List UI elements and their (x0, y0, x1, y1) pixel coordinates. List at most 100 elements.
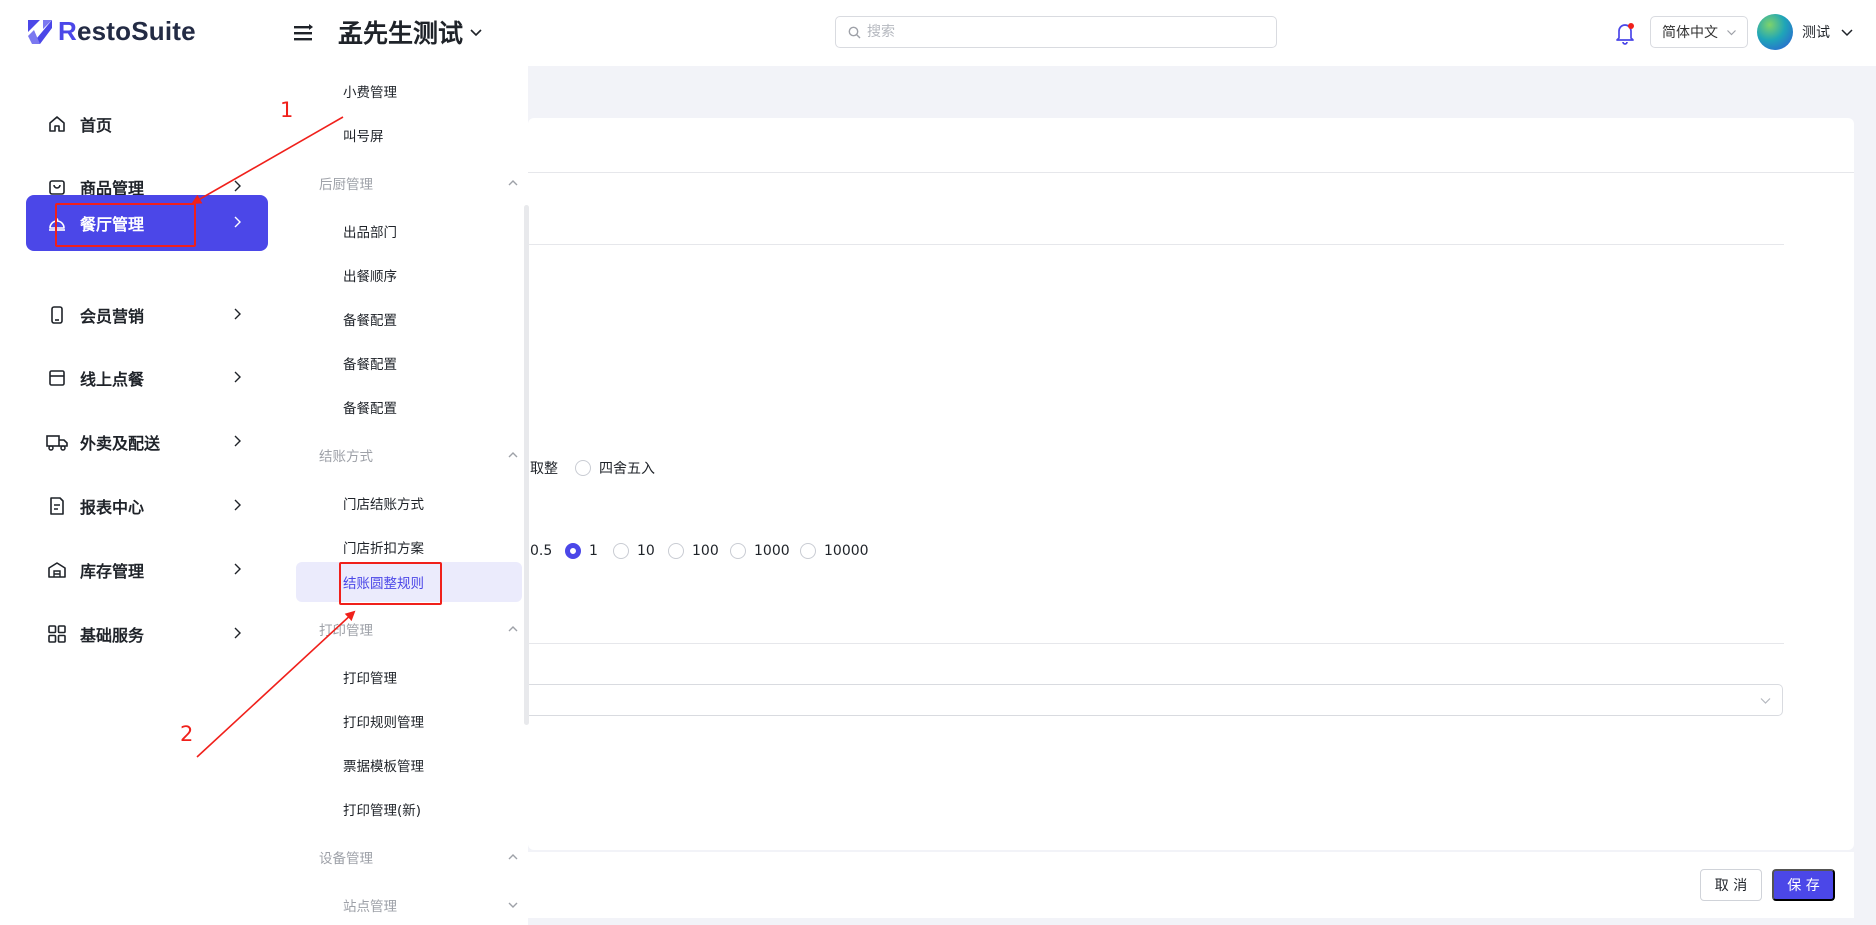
submenu-item-prep-config[interactable]: 备餐配置 (343, 385, 397, 429)
cancel-button[interactable]: 取 消 (1700, 869, 1762, 901)
submenu-group-devices[interactable]: 设备管理 (319, 835, 519, 879)
brand-name: RestoSuite (58, 16, 196, 47)
precision-option-10000[interactable]: 10000 (800, 543, 869, 559)
submenu-scrollbar[interactable] (524, 205, 529, 725)
settings-card (528, 118, 1854, 850)
option-label: 0.5 (530, 543, 553, 559)
option-label: 1 (589, 543, 598, 559)
annotation-highlight-box (55, 203, 196, 247)
phone-icon (46, 304, 68, 326)
top-header: RestoSuite 孟先生测试 简体中文 测试 (0, 0, 1876, 66)
sidebar-item-label: 外卖及配送 (80, 434, 161, 453)
rounding-option-round-half-up[interactable]: 四舍五入 (575, 458, 655, 478)
search-input[interactable] (865, 23, 1265, 41)
submenu-item-label: 门店结账方式 (343, 497, 424, 513)
divider (528, 643, 1784, 644)
notification-bell-icon[interactable] (1612, 20, 1638, 46)
radio-button[interactable] (575, 460, 591, 476)
save-button[interactable]: 保 存 (1772, 869, 1835, 901)
submenu-group-checkout[interactable]: 结账方式 (319, 433, 519, 477)
submenu-item-label: 叫号屏 (343, 129, 384, 145)
radio-button[interactable] (613, 543, 629, 559)
submenu-item-print-management-new[interactable]: 打印管理(新) (343, 787, 421, 831)
sidebar-item-label: 首页 (80, 116, 113, 135)
home-icon (46, 113, 68, 135)
chevron-up-icon (508, 854, 518, 860)
chevron-down-icon (1760, 698, 1771, 704)
radio-button-selected[interactable] (565, 543, 581, 559)
option-label: 取整 (530, 461, 558, 477)
sidebar-item-basic-services[interactable]: 基础服务 (26, 606, 268, 662)
sidebar-item-label: 会员营销 (80, 307, 145, 326)
radio-button[interactable] (730, 543, 746, 559)
chevron-right-icon (234, 627, 241, 639)
submenu-item-store-payment-methods[interactable]: 门店结账方式 (343, 481, 424, 525)
chevron-up-icon (508, 180, 518, 186)
submenu-item-label: 小费管理 (343, 85, 397, 101)
language-selector[interactable]: 简体中文 (1650, 16, 1748, 48)
annotation-step-number: 2 (180, 722, 194, 746)
search-icon (848, 26, 861, 38)
submenu-item-label: 出餐顺序 (343, 269, 397, 285)
language-label: 简体中文 (1662, 25, 1718, 41)
submenu-item-print-management[interactable]: 打印管理 (343, 655, 397, 699)
submenu-item-prep-config[interactable]: 备餐配置 (343, 297, 397, 341)
submenu-item-serving-order[interactable]: 出餐顺序 (343, 253, 397, 297)
radio-button[interactable] (668, 543, 684, 559)
submenu-item-prep-config[interactable]: 备餐配置 (343, 341, 397, 385)
chevron-right-icon (234, 435, 241, 447)
footer-bar (528, 852, 1854, 918)
submenu-item-print-rules[interactable]: 打印规则管理 (343, 699, 424, 743)
submenu-item-label: 备餐配置 (343, 357, 397, 373)
submenu-item-label: 打印管理(新) (343, 803, 422, 819)
submenu-item-tip-management[interactable]: 小费管理 (343, 69, 397, 113)
option-label: 四舍五入 (599, 461, 655, 477)
radio-button[interactable] (800, 543, 816, 559)
store-name: 孟先生测试 (338, 19, 464, 48)
sidebar-nav: 首页 商品管理 餐厅管理 会员营销 线上点餐 外卖及配送 报表中心 库存管理 基… (0, 66, 290, 925)
option-label: 1000 (754, 543, 790, 559)
rounding-option-truncate[interactable]: 取整 (530, 458, 558, 478)
submenu-item-output-dept[interactable]: 出品部门 (343, 209, 397, 253)
submenu-item-station-management[interactable]: 站点管理 (343, 883, 519, 925)
submenu-item-receipt-templates[interactable]: 票据模板管理 (343, 743, 424, 787)
user-avatar[interactable] (1757, 14, 1793, 50)
submenu-group-label: 打印管理 (319, 623, 373, 639)
user-menu[interactable]: 测试 (1802, 22, 1854, 42)
chevron-right-icon (234, 371, 241, 383)
store-selector[interactable]: 孟先生测试 (338, 14, 483, 50)
sidebar-item-delivery[interactable]: 外卖及配送 (26, 414, 268, 470)
submenu-item-label: 站点管理 (343, 899, 397, 915)
submenu-item-label: 门店折扣方案 (343, 541, 424, 557)
restosuite-logo[interactable]: RestoSuite (26, 16, 196, 47)
option-label: 10 (637, 543, 655, 559)
sidebar-item-home[interactable]: 首页 (26, 96, 268, 152)
restaurant-submenu: 小费管理 叫号屏 后厨管理 出品部门 出餐顺序 备餐配置 备餐配置 备餐配置 结… (290, 66, 528, 925)
option-label: 100 (692, 543, 719, 559)
divider (528, 172, 1854, 173)
precision-option-100[interactable]: 100 (668, 543, 719, 559)
precision-option-1[interactable]: 1 (565, 543, 598, 559)
sidebar-item-reports[interactable]: 报表中心 (26, 478, 268, 534)
submenu-item-queue-screen[interactable]: 叫号屏 (343, 113, 384, 157)
submenu-item-label: 出品部门 (343, 225, 397, 241)
sidebar-item-online-ordering[interactable]: 线上点餐 (26, 350, 268, 406)
chevron-down-icon (1727, 29, 1736, 35)
precision-option-1000[interactable]: 1000 (730, 543, 790, 559)
submenu-group-kitchen[interactable]: 后厨管理 (319, 161, 519, 205)
precision-option-0.5[interactable]: 0.5 (530, 543, 552, 559)
settings-select[interactable] (528, 684, 1783, 716)
chevron-right-icon (234, 499, 241, 511)
truck-icon (46, 431, 68, 453)
sidebar-item-label: 线上点餐 (80, 370, 145, 389)
sidebar-item-membership[interactable]: 会员营销 (26, 287, 268, 343)
chevron-down-icon (470, 29, 482, 37)
chevron-right-icon (234, 180, 241, 192)
sidebar-item-inventory[interactable]: 库存管理 (26, 542, 268, 598)
grid-icon (46, 623, 68, 645)
menu-toggle-icon[interactable] (292, 22, 314, 44)
chevron-right-icon (234, 308, 241, 320)
submenu-group-printing[interactable]: 打印管理 (319, 607, 519, 651)
precision-option-10[interactable]: 10 (613, 543, 655, 559)
search-box[interactable] (835, 16, 1277, 48)
